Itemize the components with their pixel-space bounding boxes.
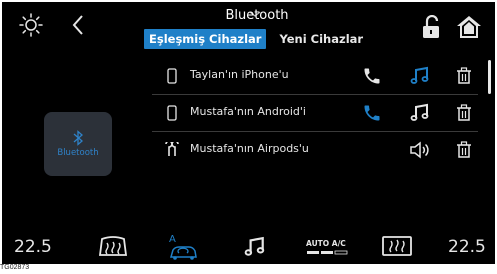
earbuds-icon <box>163 141 181 159</box>
call-icon[interactable] <box>361 102 383 124</box>
music-icon[interactable] <box>409 102 431 124</box>
tab-bar: Eşleşmiş Cihazlar Yeni Cihazlar <box>144 29 368 49</box>
delete-icon[interactable] <box>453 102 475 124</box>
device-row[interactable]: Mustafa'nın Airpods'u <box>152 132 478 168</box>
auto-ac-label[interactable]: AUTO A/C <box>306 239 346 248</box>
bluetooth-tile[interactable]: Bluetooth <box>44 112 112 176</box>
top-bar: Bluetooth Eşleşmiş Cihazlar Yeni Cihazla… <box>2 2 495 54</box>
left-temperature[interactable]: 22.5 <box>14 237 52 257</box>
speaker-icon[interactable] <box>409 139 431 161</box>
paired-device-list: Taylan'ın iPhone'u Mustafa'nın Android'i <box>152 58 478 168</box>
page-title: Bluetooth <box>225 8 289 23</box>
device-name: Mustafa'nın Android'i <box>190 105 306 118</box>
back-chevron-icon[interactable] <box>66 12 90 38</box>
infotainment-screen: Bluetooth Eşleşmiş Cihazlar Yeni Cihazla… <box>2 2 495 264</box>
tab-paired-devices[interactable]: Eşleşmiş Cihazlar <box>144 29 267 49</box>
tab-new-devices[interactable]: Yeni Cihazlar <box>274 29 368 49</box>
unlock-icon[interactable] <box>420 14 442 40</box>
auto-ac-level-indicator <box>306 250 348 256</box>
image-caption: TG02873 <box>0 264 50 274</box>
svg-text:A: A <box>169 234 176 245</box>
delete-icon[interactable] <box>453 65 475 87</box>
device-row[interactable]: Taylan'ın iPhone'u <box>152 58 478 95</box>
device-name: Taylan'ın iPhone'u <box>190 68 289 81</box>
bluetooth-tile-label: Bluetooth <box>57 148 99 158</box>
list-scrollbar[interactable] <box>488 60 491 94</box>
device-row[interactable]: Mustafa'nın Android'i <box>152 95 478 132</box>
call-icon[interactable] <box>361 65 383 87</box>
device-name: Mustafa'nın Airpods'u <box>190 142 309 155</box>
music-icon[interactable] <box>242 234 268 260</box>
auto-recirculation-icon[interactable]: A <box>164 230 200 262</box>
bluetooth-icon <box>73 130 83 146</box>
phone-icon <box>163 67 181 85</box>
front-defrost-icon[interactable] <box>96 234 130 258</box>
brightness-icon[interactable] <box>18 12 44 38</box>
right-temperature[interactable]: 22.5 <box>448 237 486 257</box>
delete-icon[interactable] <box>453 139 475 161</box>
music-icon[interactable] <box>409 65 431 87</box>
phone-icon <box>163 104 181 122</box>
climate-bar: 22.5 A AUTO A/C 22.5 <box>2 228 495 264</box>
rear-defrost-icon[interactable] <box>380 233 414 259</box>
home-icon[interactable] <box>454 12 484 42</box>
